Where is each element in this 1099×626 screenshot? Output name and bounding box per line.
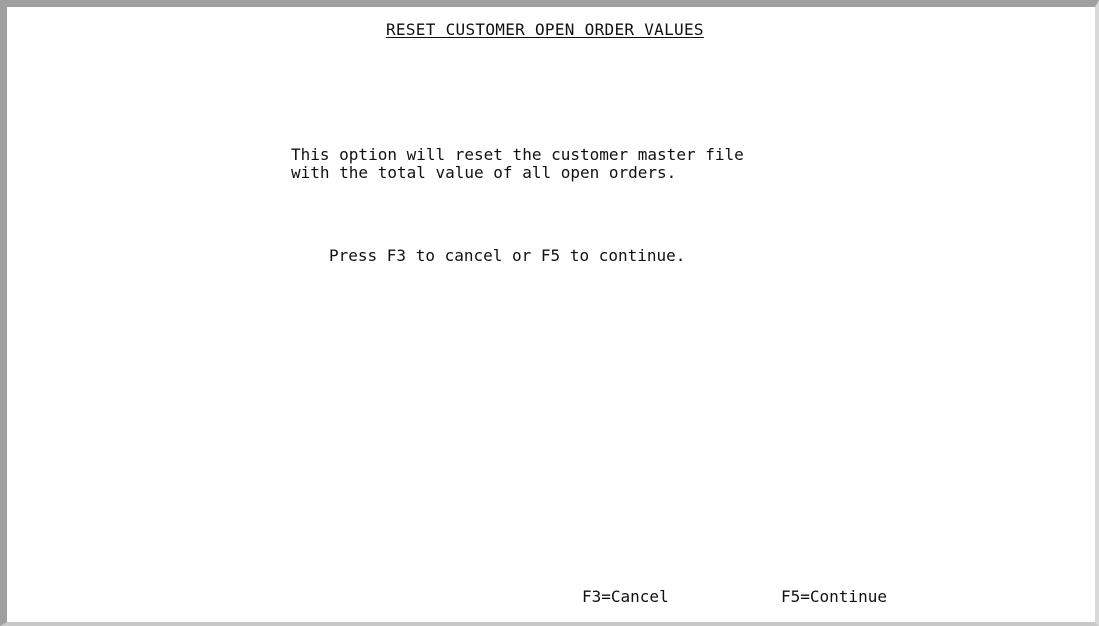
terminal-window: RESET CUSTOMER OPEN ORDER VALUES This op… — [0, 0, 1099, 626]
message-line-2: with the total value of all open orders. — [291, 163, 677, 182]
terminal-screen: RESET CUSTOMER OPEN ORDER VALUES This op… — [7, 7, 1095, 622]
message-line-1: This option will reset the customer mast… — [291, 145, 744, 164]
f3-cancel-key[interactable]: F3=Cancel — [582, 588, 669, 606]
continue-prompt: Press F3 to cancel or F5 to continue. — [329, 246, 686, 265]
f5-continue-key[interactable]: F5=Continue — [781, 588, 887, 606]
screen-title: RESET CUSTOMER OPEN ORDER VALUES — [386, 20, 704, 39]
